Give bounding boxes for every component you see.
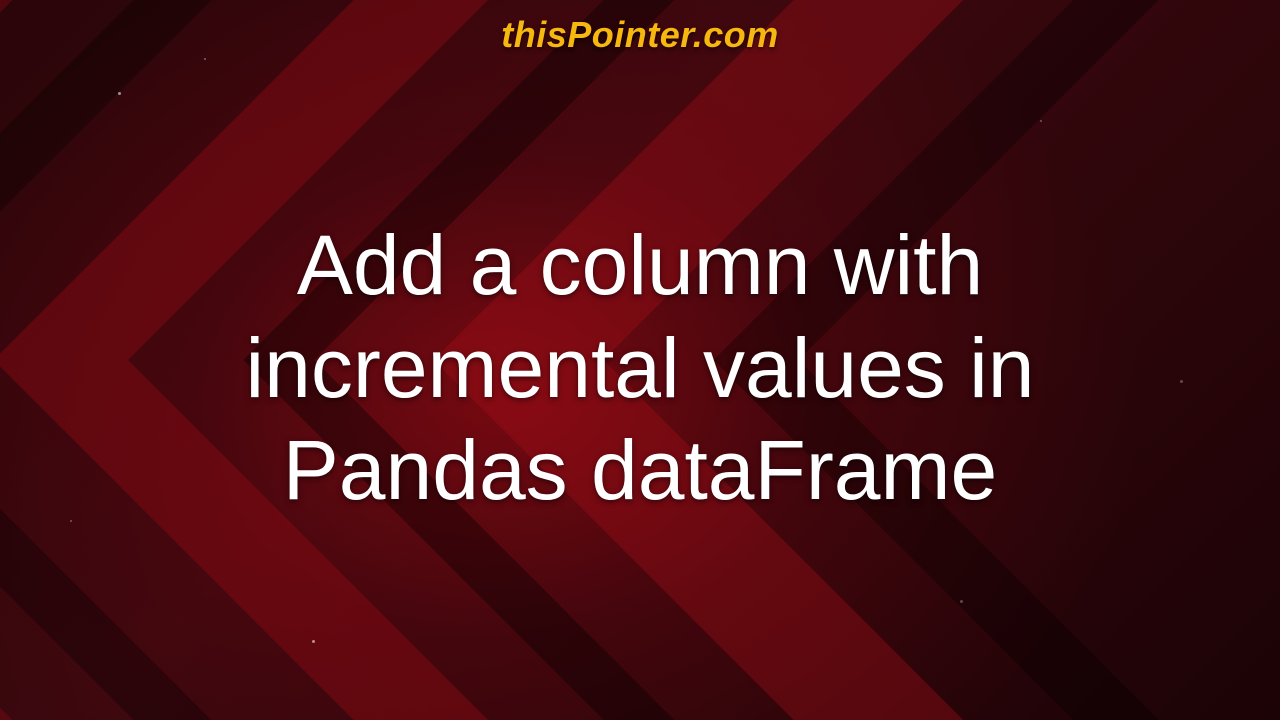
content-layer: thisPointer.com Add a column with increm… bbox=[0, 0, 1280, 720]
site-logo-text: thisPointer.com bbox=[501, 14, 779, 56]
page-title: Add a column with incremental values in … bbox=[245, 214, 1034, 521]
title-container: Add a column with incremental values in … bbox=[0, 56, 1280, 720]
